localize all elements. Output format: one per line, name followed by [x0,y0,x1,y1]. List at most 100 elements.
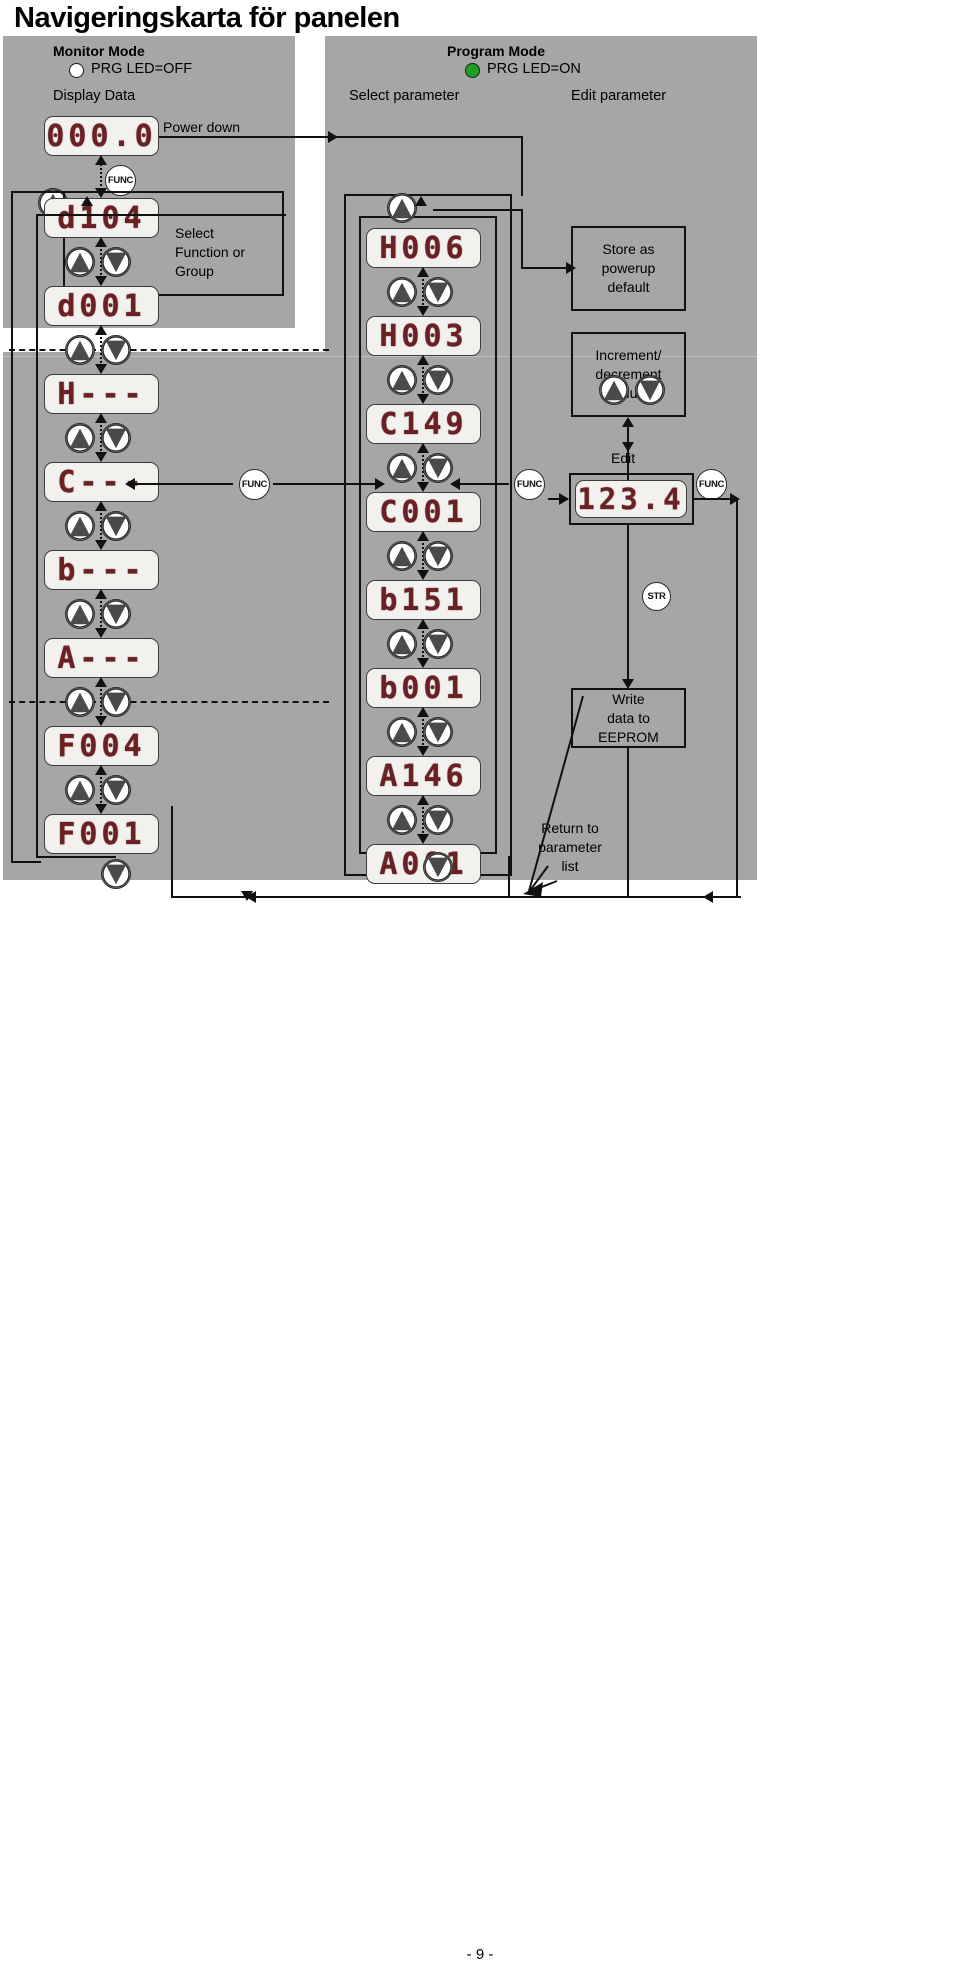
func-edit-exit-down [736,498,738,898]
up-button-h006[interactable]: 1 [387,277,417,307]
up-button-adash[interactable]: 1 [65,687,95,717]
arrow-up-b151 [417,619,429,629]
powerdown-entry-line [278,136,523,138]
arrow-down-hdash [95,364,107,374]
display-c-dashes: C--- [44,462,159,502]
select-function-line-2: Function or [175,244,246,260]
triangle-down-icon [424,454,452,482]
down-button-b151[interactable]: 2 [423,629,453,659]
store-line-2: powerup [601,260,656,276]
down-button-h006[interactable]: 2 [423,277,453,307]
arrow-up-c149 [417,443,429,453]
program-mode-heading: Program Mode [447,43,546,59]
up-button-f004[interactable]: 1 [65,775,95,805]
triangle-down-icon [102,512,130,540]
edit-parameter-label: Edit parameter [571,88,667,104]
func-edit-arrow-in [559,493,569,505]
group-divider-dash-2 [9,701,329,703]
left-loop-rail-outer [11,191,13,863]
down-button-a146[interactable]: 2 [423,805,453,835]
group-divider-dash-1 [9,349,329,351]
arrow-down-c149 [417,394,429,404]
display-f004: F004 [44,726,159,766]
bottom-return-arrow-2 [703,891,713,903]
down-button-c149[interactable]: 2 [423,453,453,483]
f001-bus-horizontal [171,896,246,898]
up-button-middle-top[interactable]: 1 [387,193,417,223]
down-button-hdash[interactable]: 2 [101,423,131,453]
display-f001: F001 [44,814,159,854]
up-button-h003[interactable]: 1 [387,365,417,395]
down-button-c001[interactable]: 2 [423,541,453,571]
store-entry-top [433,209,523,211]
display-h003: H003 [366,316,481,356]
store-box-text: Store as powerup default [602,240,656,297]
func-button-edit-exit[interactable]: FUNC [696,469,727,500]
down-button-d001[interactable]: 2 [101,335,131,365]
triangle-down-icon [102,424,130,452]
up-button-b001[interactable]: 1 [387,717,417,747]
arrow-down-a146 [417,746,429,756]
up-button-a146[interactable]: 1 [387,805,417,835]
down-button-adash[interactable]: 2 [101,687,131,717]
triangle-up-icon [388,194,416,222]
triangle-down-icon [424,278,452,306]
down-button-bdash[interactable]: 2 [101,599,131,629]
up-button-edit[interactable]: 1 [599,375,629,405]
store-line-1: Store as [602,241,655,257]
left-loop-bottom-outer [11,861,41,863]
arrow-up-b001 [417,707,429,717]
down-button-f004[interactable]: 2 [101,775,131,805]
arrow-up-adash [95,677,107,687]
down-button-b001[interactable]: 2 [423,717,453,747]
up-button-b151[interactable]: 1 [387,629,417,659]
down-button-edit[interactable]: 2 [635,375,665,405]
triangle-up-icon [388,542,416,570]
up-button-d104[interactable]: 1 [65,247,95,277]
f001-to-bus [171,806,173,898]
func-line-left [128,483,233,485]
store-line-3: default [607,279,650,295]
down-button-cdash[interactable]: 2 [101,511,131,541]
func-button-middle-to-edit[interactable]: FUNC [514,469,545,500]
arrow-down-cdash [95,452,107,462]
down-button-f001[interactable]: 2 [101,859,131,889]
up-button-bdash[interactable]: 1 [65,599,95,629]
triangle-up-icon [388,718,416,746]
left-loop-bottom-inner [36,856,116,858]
func-button-left-to-middle[interactable]: FUNC [239,469,270,500]
triangle-down-icon [424,542,452,570]
down-button-d104[interactable]: 2 [101,247,131,277]
increment-line-1: Increment/ [595,347,662,363]
page-title: Navigeringskarta för panelen [14,2,400,34]
arrow-up-h003 [417,355,429,365]
func-mid-edit-arrow-left [450,478,460,490]
left-loop-return-arrow [81,196,93,206]
triangle-up-icon [600,376,628,404]
power-down-label: Power down [163,119,241,135]
down-button-h003[interactable]: 2 [423,365,453,395]
arrow-up-cdash [95,501,107,511]
display-data-label: Display Data [53,88,136,104]
prg-led-on-label: PRG LED=ON [487,61,581,77]
up-button-c001[interactable]: 1 [387,541,417,571]
triangle-up-icon [66,512,94,540]
str-button[interactable]: STR [642,582,671,611]
down-button-a001[interactable]: 2 [423,852,453,882]
triangle-up-icon [66,776,94,804]
monitor-mode-heading: Monitor Mode [53,43,145,59]
bottom-return-riser-middle [508,856,510,898]
triangle-up-icon [66,600,94,628]
store-entry-horiz [521,267,568,269]
return-pointer-arrows [523,695,584,897]
triangle-up-icon [388,630,416,658]
triangle-down-icon [636,376,664,404]
arrow-up-hdash [95,413,107,423]
triangle-down-icon [424,853,452,881]
up-button-d001[interactable]: 1 [65,335,95,365]
arrow-up-h006 [417,267,429,277]
up-button-c149[interactable]: 1 [387,453,417,483]
up-button-cdash[interactable]: 1 [65,511,95,541]
left-loop-rail-inner [36,214,38,858]
up-button-hdash[interactable]: 1 [65,423,95,453]
